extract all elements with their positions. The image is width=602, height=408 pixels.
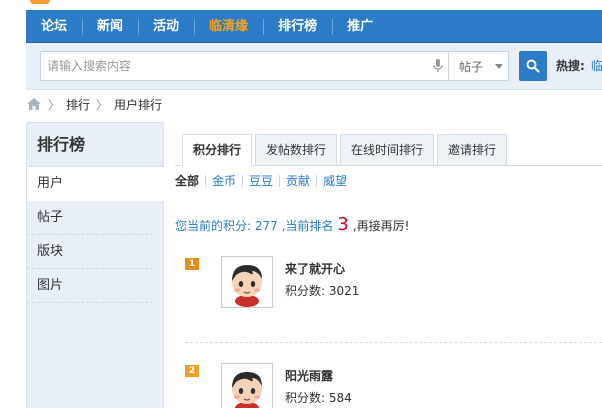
- search-icon: [526, 59, 540, 73]
- tab-post-count-ranking[interactable]: 发帖数排行: [255, 134, 338, 166]
- tab-online-time-ranking[interactable]: 在线时间排行: [340, 134, 435, 166]
- rank-badge: 1: [185, 258, 199, 270]
- filter-prestige[interactable]: 威望: [316, 175, 353, 187]
- hot-search-label: 热搜:: [556, 59, 585, 73]
- sidebar-item-images[interactable]: 图片: [27, 269, 153, 303]
- main-nav: 论坛 新闻 活动 临清缘 排行榜 推广: [26, 10, 602, 43]
- hot-search: 热搜: 临: [556, 51, 602, 81]
- top-sliver: [0, 0, 602, 10]
- filter-all[interactable]: 全部: [175, 175, 205, 187]
- avatar-cartoon-icon: [222, 364, 272, 408]
- sidebar-item-users[interactable]: 用户: [27, 167, 164, 201]
- chevron-down-icon: [495, 63, 504, 69]
- breadcrumb: 〉 排行 〉 用户排行: [26, 94, 162, 114]
- nav-item-events[interactable]: 活动: [138, 10, 194, 42]
- ranking-item: 1 来了就开心 积分数: 3021: [185, 256, 602, 326]
- filter-contribution[interactable]: 贡献: [279, 175, 316, 187]
- ranking-filters: 全部 金币 豆豆 贡献 威望: [175, 175, 353, 187]
- user-name[interactable]: 来了就开心: [285, 260, 345, 277]
- microphone-icon[interactable]: [427, 52, 449, 80]
- nav-item-promote[interactable]: 推广: [332, 10, 388, 42]
- search-box: [40, 51, 450, 81]
- user-score: 积分数: 584: [285, 391, 352, 405]
- tab-points-ranking[interactable]: 积分排行: [182, 134, 253, 166]
- ranking-item: 2 阳光雨露 积分数: 584: [185, 342, 602, 408]
- search-button[interactable]: [519, 51, 547, 81]
- nav-item-news[interactable]: 新闻: [82, 10, 138, 42]
- search-type-select[interactable]: 帖子: [449, 51, 509, 81]
- filter-gold[interactable]: 金币: [205, 175, 242, 187]
- avatar[interactable]: [221, 363, 273, 408]
- nav-item-rankings[interactable]: 排行榜: [263, 10, 332, 42]
- breadcrumb-separator: 〉: [48, 97, 61, 112]
- user-name[interactable]: 阳光雨露: [285, 367, 333, 384]
- hot-search-link[interactable]: 临: [591, 59, 602, 73]
- search-type-value: 帖子: [459, 59, 484, 74]
- breadcrumb-item-ranking[interactable]: 排行: [66, 96, 90, 113]
- encourage-text: ,再接再厉!: [352, 219, 410, 233]
- breadcrumb-separator: 〉: [96, 97, 109, 112]
- nav-item-linqingyuan[interactable]: 临清缘: [194, 10, 263, 42]
- sidebar-title: 排行榜: [27, 123, 163, 167]
- filter-beans[interactable]: 豆豆: [242, 175, 279, 187]
- current-score-text: 您当前的积分: 277 ,当前排名: [175, 219, 334, 233]
- home-icon[interactable]: [26, 97, 42, 111]
- tab-invite-ranking[interactable]: 邀请排行: [437, 134, 508, 166]
- search-strip: 帖子 热搜: 临: [26, 43, 602, 90]
- breadcrumb-item-user-ranking: 用户排行: [114, 97, 163, 112]
- current-rank: 3: [337, 214, 349, 235]
- sidebar-item-boards[interactable]: 版块: [27, 235, 153, 269]
- avatar-cartoon-icon: [222, 257, 272, 307]
- rank-badge: 2: [185, 365, 199, 377]
- main-content: 积分排行 发帖数排行 在线时间排行 邀请排行 全部 金币 豆豆 贡献 威望 您当…: [175, 122, 602, 408]
- avatar[interactable]: [221, 256, 273, 308]
- sidebar: 排行榜 用户 帖子 版块 图片: [26, 122, 164, 408]
- search-input[interactable]: [41, 52, 427, 80]
- user-score: 积分数: 3021: [285, 284, 360, 298]
- nav-item-forum[interactable]: 论坛: [26, 10, 82, 42]
- current-score-line: 您当前的积分: 277 ,当前排名 3 ,再接再厉!: [175, 214, 410, 235]
- sidebar-item-posts[interactable]: 帖子: [27, 201, 153, 235]
- ranking-tabs: 积分排行 发帖数排行 在线时间排行 邀请排行: [182, 134, 508, 166]
- logo-fragment: [30, 0, 50, 4]
